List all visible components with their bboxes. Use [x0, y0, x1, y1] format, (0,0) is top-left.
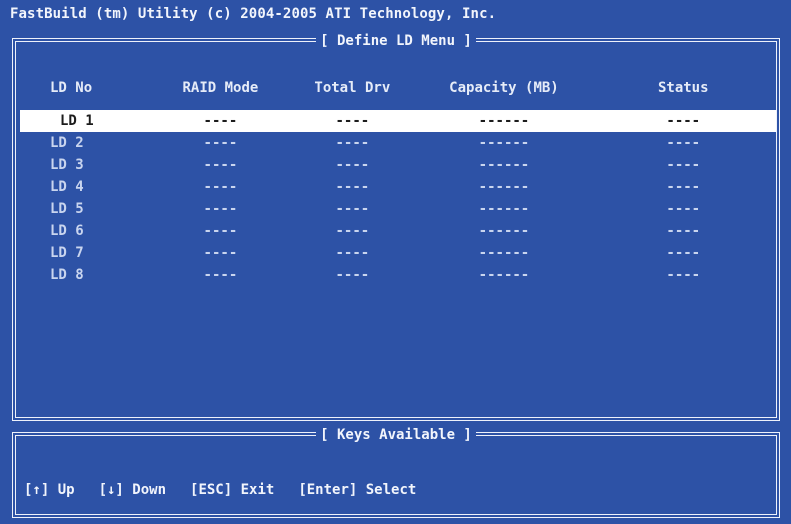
ld-cell-status: ----: [666, 267, 701, 283]
ld-cell-status: ----: [666, 157, 701, 173]
key-hint-down: [↓] Down: [98, 482, 167, 498]
ld-cell-status: ----: [590, 110, 776, 132]
key-hint-exit: [ESC] Exit: [190, 482, 275, 498]
ld-row[interactable]: LD 7 ---- ---- ------ ----: [20, 242, 776, 264]
ld-row[interactable]: LD 8 ---- ---- ------ ----: [20, 264, 776, 286]
ld-cell-total-drv: ----: [287, 110, 418, 132]
ld-cell-status: ----: [666, 245, 701, 261]
col-header-raid-mode: RAID Mode: [182, 80, 259, 96]
ld-cell-status: ----: [666, 135, 701, 151]
ld-cell-raid-mode: ----: [203, 157, 238, 173]
ld-cell-raid-mode: ----: [203, 201, 238, 217]
ld-cell-capacity: ------: [478, 135, 530, 151]
ld-cell-capacity: ------: [478, 267, 530, 283]
ld-cell-raid-mode: ----: [203, 245, 238, 261]
ld-cell-total-drv: ----: [335, 135, 370, 151]
ld-cell-capacity: ------: [478, 157, 530, 173]
ld-cell-ld-number: LD 4: [50, 179, 84, 195]
panel-title-container: [ Define LD Menu ]: [16, 30, 776, 49]
ld-cell-status: ----: [666, 201, 701, 217]
ld-cell-raid-mode: ----: [203, 179, 238, 195]
app-title: FastBuild (tm) Utility (c) 2004-2005 ATI…: [10, 6, 497, 22]
ld-cell-ld-number: LD 6: [50, 223, 84, 239]
ld-cell-ld-number: LD 2: [50, 135, 84, 151]
key-hint-select: [Enter] Select: [298, 482, 417, 498]
ld-cell-raid-mode: ----: [203, 223, 238, 239]
ld-cell-capacity: ------: [478, 179, 530, 195]
ld-row[interactable]: LD 2 ---- ---- ------ ----: [20, 132, 776, 154]
ld-cell-ld-number: LD 5: [50, 201, 84, 217]
ld-cell-ld-number: LD 3: [50, 157, 84, 173]
define-ld-menu-title: [ Define LD Menu ]: [316, 33, 476, 49]
panel-title-container: [ Keys Available ]: [16, 424, 776, 443]
key-hint-up: [↑] Up: [24, 482, 75, 498]
ld-cell-capacity: ------: [417, 110, 591, 132]
ld-cell-capacity: ------: [478, 223, 530, 239]
ld-cell-ld-number: LD 7: [50, 245, 84, 261]
ld-cell-total-drv: ----: [335, 223, 370, 239]
col-header-total-drv: Total Drv: [314, 80, 391, 96]
ld-row[interactable]: LD 1 ---- ---- ------ ----: [20, 110, 776, 132]
col-header-ld-no: LD No: [50, 80, 93, 96]
ld-row[interactable]: LD 4 ---- ---- ------ ----: [20, 176, 776, 198]
ld-cell-ld-number: LD 8: [50, 267, 84, 283]
ld-row[interactable]: LD 5 ---- ---- ------ ----: [20, 198, 776, 220]
ld-cell-total-drv: ----: [335, 245, 370, 261]
keys-available-panel: [ Keys Available ] [↑] Up [↓] Down [ESC]…: [12, 427, 780, 518]
ld-cell-total-drv: ----: [335, 267, 370, 283]
ld-cell-total-drv: ----: [335, 157, 370, 173]
define-ld-menu-panel: [ Define LD Menu ] LD No RAID Mode Total…: [12, 33, 780, 421]
ld-cell-total-drv: ----: [335, 179, 370, 195]
col-header-capacity: Capacity (MB): [449, 80, 559, 96]
ld-cell-status: ----: [666, 223, 701, 239]
ld-cell-capacity: ------: [478, 201, 530, 217]
table-header-row: LD No RAID Mode Total Drv Capacity (MB) …: [20, 80, 776, 110]
keys-available-title: [ Keys Available ]: [316, 427, 476, 443]
ld-cell-total-drv: ----: [335, 201, 370, 217]
ld-cell-raid-mode: ----: [203, 135, 238, 151]
ld-cell-raid-mode: ----: [153, 110, 288, 132]
ld-table: LD No RAID Mode Total Drv Capacity (MB) …: [20, 80, 776, 286]
key-hints: [↑] Up [↓] Down [ESC] Exit [Enter] Selec…: [24, 482, 440, 498]
ld-cell-raid-mode: ----: [203, 267, 238, 283]
ld-row[interactable]: LD 6 ---- ---- ------ ----: [20, 220, 776, 242]
ld-row[interactable]: LD 3 ---- ---- ------ ----: [20, 154, 776, 176]
ld-cell-ld-number: LD 1: [20, 110, 154, 132]
ld-cell-capacity: ------: [478, 245, 530, 261]
ld-cell-status: ----: [666, 179, 701, 195]
col-header-status: Status: [657, 80, 709, 96]
